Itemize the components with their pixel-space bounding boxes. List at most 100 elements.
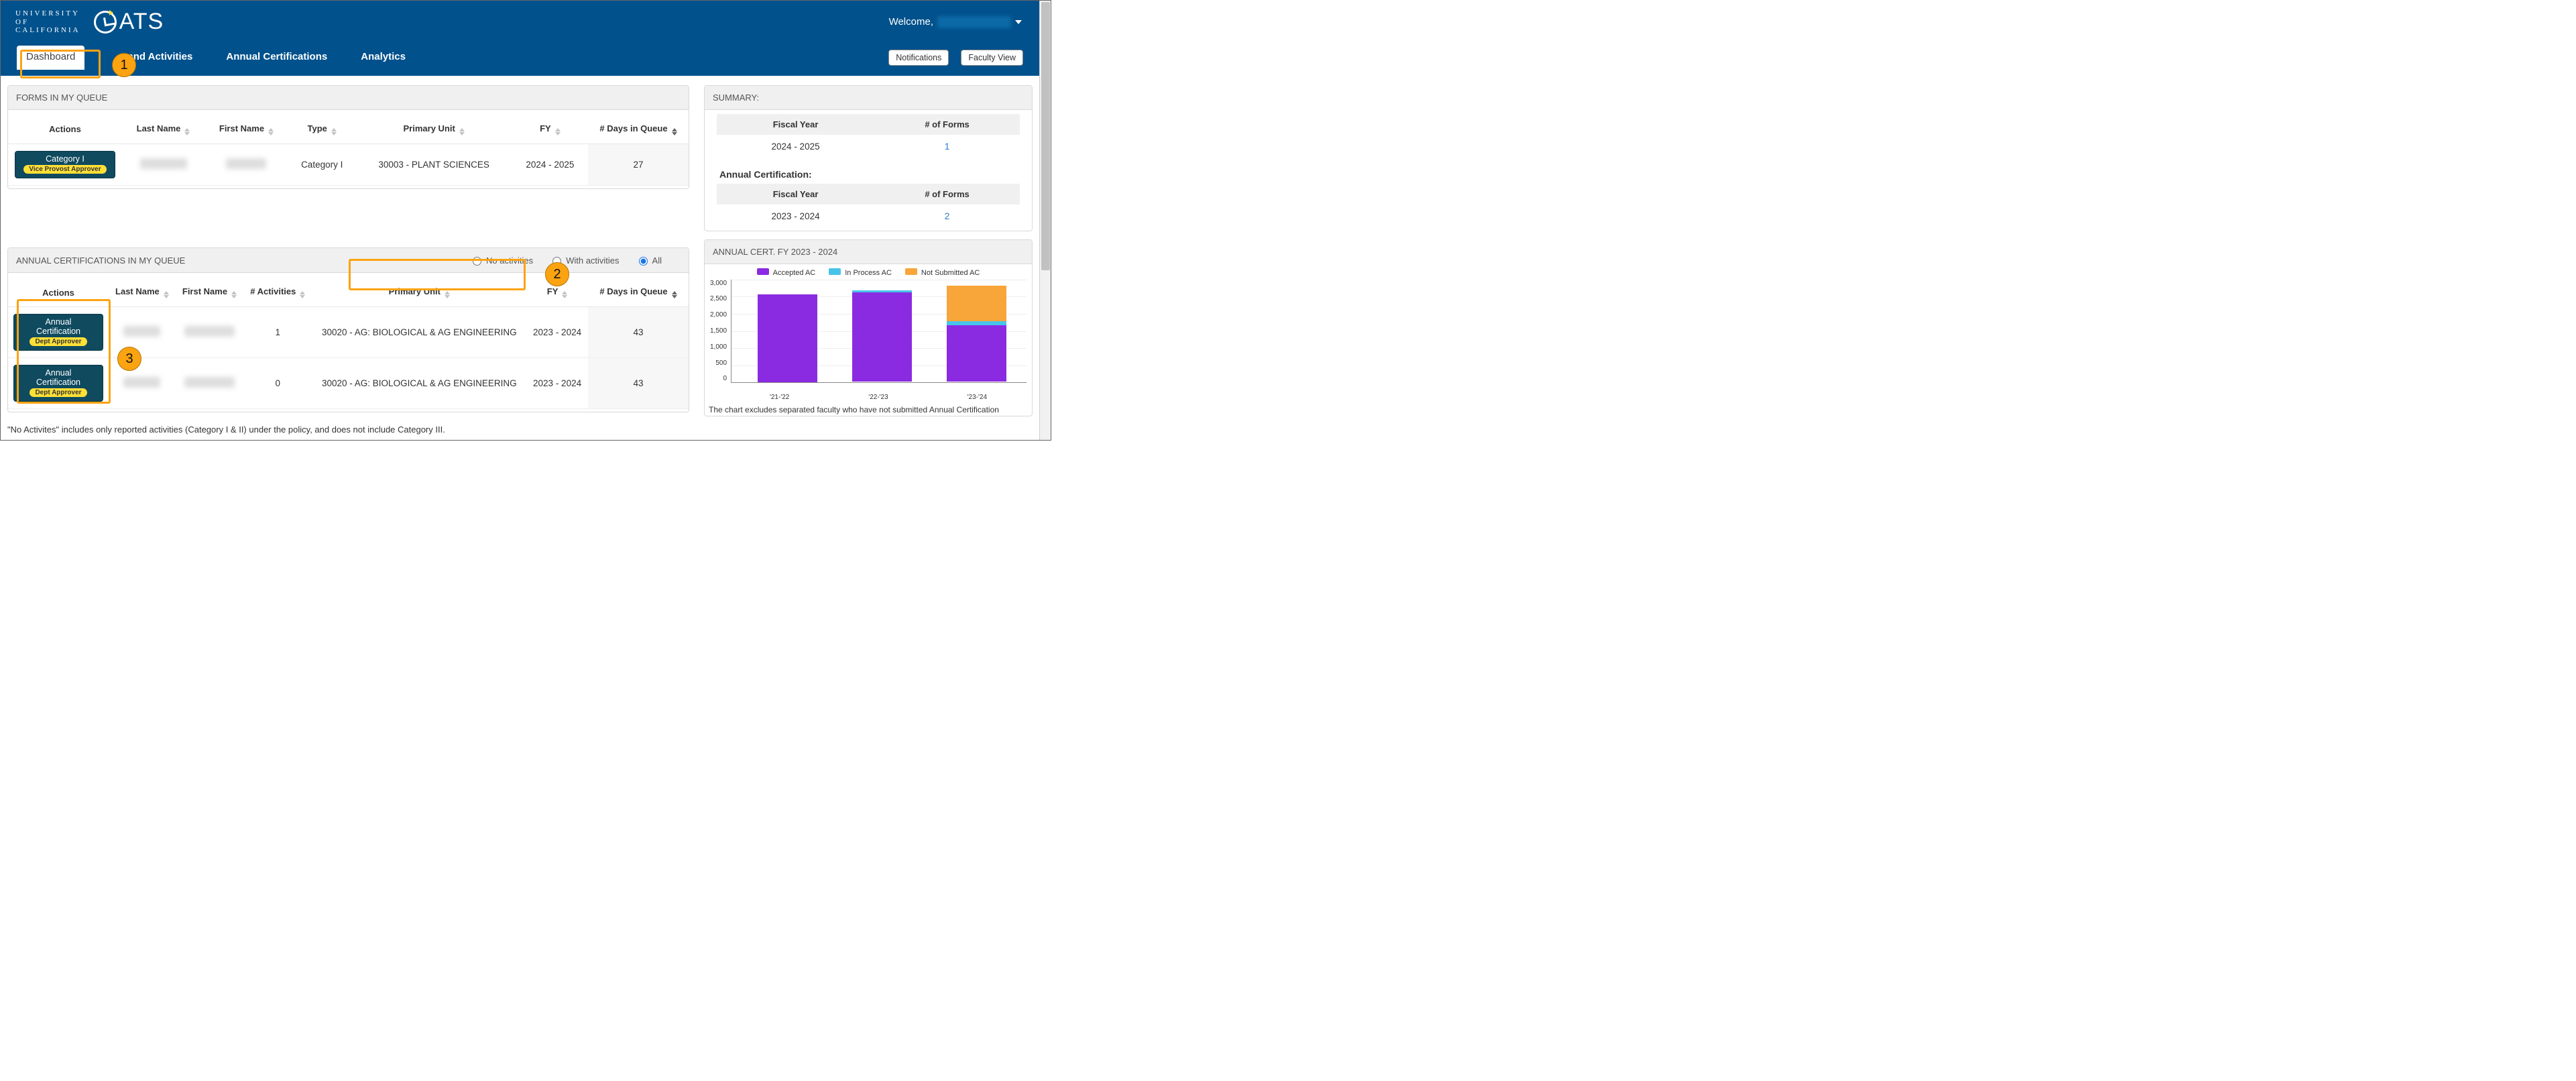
y-tick: 0 xyxy=(710,375,727,382)
chart-panel: ANNUAL CERT. FY 2023 - 2024 Accepted AC I… xyxy=(704,239,1033,416)
filter-with-activities[interactable]: With activities xyxy=(549,255,619,266)
summary-forms-table: Fiscal Year # of Forms 2024 - 2025 1 xyxy=(717,114,1020,158)
clock-icon xyxy=(94,11,117,34)
action-top-label: Annual Certification xyxy=(22,368,95,388)
cell-unit: 30020 - AG: BIOLOGICAL & AG ENGINEERING xyxy=(312,307,526,358)
chart-title: ANNUAL CERT. FY 2023 - 2024 xyxy=(705,240,1032,264)
col-activities[interactable]: # Activities xyxy=(243,278,312,307)
cell-fy: 2023 - 2024 xyxy=(717,205,874,228)
last-name-redacted xyxy=(123,326,160,337)
oats-logo: ATS xyxy=(94,9,164,35)
col-unit[interactable]: Primary Unit xyxy=(312,278,526,307)
filter-no-activities[interactable]: No activities xyxy=(469,255,533,266)
filter-all[interactable]: All xyxy=(636,255,662,266)
cell-fy: 2023 - 2024 xyxy=(526,307,588,358)
y-tick: 2,500 xyxy=(710,295,727,302)
col-days[interactable]: # Days in Queue xyxy=(588,278,689,307)
cell-unit: 30003 - PLANT SCIENCES xyxy=(356,144,512,185)
summary-title: SUMMARY: xyxy=(705,86,1032,110)
bar-segment xyxy=(852,292,912,382)
legend-item: Accepted AC xyxy=(757,268,816,277)
action-role-chip: Dept Approver xyxy=(30,337,86,346)
oats-text: ATS xyxy=(119,9,164,35)
col-type[interactable]: Type xyxy=(288,115,356,144)
cell-fy: 2023 - 2024 xyxy=(526,358,588,409)
summary-col-forms: # of Forms xyxy=(874,184,1020,205)
forms-queue-panel: FORMS IN MY QUEUE Actions Last Name Firs… xyxy=(7,85,689,189)
vertical-scrollbar[interactable] xyxy=(1039,1,1051,440)
col-primary-unit[interactable]: Primary Unit xyxy=(356,115,512,144)
ac-action-button[interactable]: Annual Certification Dept Approver xyxy=(13,314,103,351)
faculty-view-button[interactable]: Faculty View xyxy=(961,50,1023,66)
y-tick: 1,000 xyxy=(710,343,727,351)
chart-footnote: The chart excludes separated faculty who… xyxy=(705,401,1032,416)
action-top-label: Annual Certification xyxy=(22,317,95,337)
scrollbar-thumb[interactable] xyxy=(1041,2,1050,270)
ac-filter-group: No activities With activities All xyxy=(469,255,681,266)
summary-col-forms: # of Forms xyxy=(874,114,1020,135)
x-tick: '22-'23 xyxy=(829,394,927,401)
summary-ac-table: Fiscal Year # of Forms 2023 - 2024 2 xyxy=(717,184,1020,228)
tab-forms-activities[interactable]: and Activities xyxy=(118,46,202,69)
col-actions: Actions xyxy=(8,278,109,307)
col-fy[interactable]: FY xyxy=(526,278,588,307)
cell-days: 43 xyxy=(588,358,689,409)
user-name-redacted xyxy=(937,16,1011,28)
cell-days: 27 xyxy=(588,144,689,185)
col-first[interactable]: First Name xyxy=(176,278,243,307)
y-tick: 1,500 xyxy=(710,327,727,335)
ac-footnote: "No Activites" includes only reported ac… xyxy=(7,420,689,437)
col-days[interactable]: # Days in Queue xyxy=(588,115,689,144)
cell-count-link[interactable]: 2 xyxy=(874,205,1020,228)
cell-days: 43 xyxy=(588,307,689,358)
table-row: 2024 - 2025 1 xyxy=(717,135,1020,158)
y-tick: 500 xyxy=(710,359,727,367)
legend-item: In Process AC xyxy=(829,268,892,277)
ac-action-button[interactable]: Annual Certification Dept Approver xyxy=(13,365,103,402)
ac-queue-panel: ANNUAL CERTIFICATIONS IN MY QUEUE No act… xyxy=(7,247,689,412)
col-actions: Actions xyxy=(8,115,122,144)
tab-annual-certifications[interactable]: Annual Certifications xyxy=(217,46,337,69)
cell-unit: 30020 - AG: BIOLOGICAL & AG ENGINEERING xyxy=(312,358,526,409)
col-first-name[interactable]: First Name xyxy=(204,115,288,144)
first-name-redacted xyxy=(184,377,235,388)
last-name-redacted xyxy=(140,158,187,169)
y-tick: 3,000 xyxy=(710,280,727,287)
ac-queue-table: Actions Last Name First Name # Activitie… xyxy=(8,278,689,409)
last-name-redacted xyxy=(123,377,160,388)
welcome-user[interactable]: Welcome, xyxy=(889,16,1022,28)
col-last-name[interactable]: Last Name xyxy=(122,115,204,144)
bar-segment xyxy=(947,286,1006,321)
cell-activities: 0 xyxy=(243,358,312,409)
summary-col-fy: Fiscal Year xyxy=(717,184,874,205)
notifications-button[interactable]: Notifications xyxy=(888,50,949,66)
summary-ac-label: Annual Certification: xyxy=(719,169,1020,180)
chart-plot xyxy=(731,280,1027,383)
forms-queue-title: FORMS IN MY QUEUE xyxy=(8,86,689,110)
queue-action-button[interactable]: Category I Vice Provost Approver xyxy=(15,151,115,178)
forms-queue-table: Actions Last Name First Name Type Primar… xyxy=(8,115,689,186)
action-role-chip: Dept Approver xyxy=(30,388,86,397)
table-row: 2023 - 2024 2 xyxy=(717,205,1020,228)
table-row: Annual Certification Dept Approver 1 300… xyxy=(8,307,689,358)
summary-col-fy: Fiscal Year xyxy=(717,114,874,135)
action-role-chip: Vice Provost Approver xyxy=(23,165,106,174)
app-header: UNIVERSITYOFCALIFORNIA ATS Welcome, xyxy=(1,1,1039,44)
chart-x-axis: '21-'22'22-'23'23-'24 xyxy=(710,394,1027,401)
uc-wordmark: UNIVERSITYOFCALIFORNIA xyxy=(11,9,80,35)
y-tick: 2,000 xyxy=(710,311,727,319)
x-tick: '23-'24 xyxy=(928,394,1027,401)
tab-analytics[interactable]: Analytics xyxy=(351,46,415,69)
bar-segment xyxy=(947,325,1006,382)
ac-queue-header: ANNUAL CERTIFICATIONS IN MY QUEUE No act… xyxy=(8,248,689,273)
first-name-redacted xyxy=(184,326,235,337)
col-fy[interactable]: FY xyxy=(512,115,588,144)
bar-segment xyxy=(758,294,817,382)
col-last[interactable]: Last Name xyxy=(109,278,176,307)
cell-count-link[interactable]: 1 xyxy=(874,135,1020,158)
uc-text: UNIVERSITYOFCALIFORNIA xyxy=(15,9,80,35)
x-tick: '21-'22 xyxy=(730,394,829,401)
table-row: Category I Vice Provost Approver Categor… xyxy=(8,144,689,185)
tab-dashboard[interactable]: Dashboard xyxy=(17,46,84,69)
primary-nav: Dashboard and Activities Annual Certific… xyxy=(1,44,1039,76)
